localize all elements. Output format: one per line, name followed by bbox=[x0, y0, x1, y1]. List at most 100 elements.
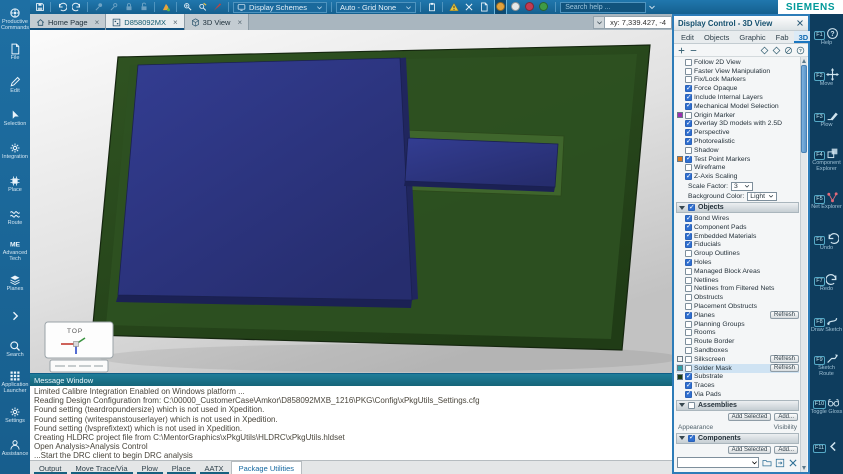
group-outlines-checkbox[interactable] bbox=[685, 250, 692, 258]
sidebar-item-productive-commands[interactable]: Productive Commands bbox=[0, 3, 30, 36]
paintbrush-button[interactable] bbox=[211, 1, 224, 13]
section-components[interactable]: Components bbox=[676, 432, 799, 444]
add-scheme-icon[interactable] bbox=[677, 46, 686, 55]
message-tab-move-trace-via[interactable]: Move Trace/Via bbox=[69, 461, 135, 474]
managed-block-areas-checkbox[interactable] bbox=[685, 267, 692, 275]
display-toggle-orange[interactable] bbox=[494, 0, 508, 14]
sidebar-item-selection[interactable]: Selection bbox=[0, 102, 30, 135]
tab-close-icon[interactable]: × bbox=[237, 18, 242, 27]
component-die-large[interactable] bbox=[117, 57, 413, 301]
scrollbar-thumb[interactable] bbox=[801, 65, 807, 153]
highlight-flag-button[interactable] bbox=[159, 1, 172, 13]
components-checkbox[interactable] bbox=[688, 434, 695, 442]
component-filter-combobox[interactable] bbox=[677, 457, 759, 469]
section-objects[interactable]: Objects bbox=[676, 202, 799, 214]
origin-marker-checkbox[interactable] bbox=[685, 111, 692, 119]
add-selected-button[interactable]: Add Selected bbox=[727, 413, 772, 422]
dc-tab-objects[interactable]: Objects bbox=[699, 31, 734, 43]
sidebar-item-planes[interactable]: Planes bbox=[0, 267, 30, 300]
diamond-icon[interactable] bbox=[760, 46, 769, 55]
dc-tab-edit[interactable]: Edit bbox=[676, 31, 699, 43]
rooms-checkbox[interactable] bbox=[685, 329, 692, 337]
screwdriver-edit-button[interactable] bbox=[196, 1, 209, 13]
tab-home-page[interactable]: Home Page × bbox=[30, 14, 107, 30]
sandboxes-checkbox[interactable] bbox=[685, 347, 692, 354]
background-color-select[interactable]: Light bbox=[747, 191, 778, 201]
tab-close-icon[interactable]: × bbox=[173, 18, 178, 27]
fiducials-checkbox[interactable] bbox=[685, 241, 692, 249]
sidebar-item-assistance[interactable]: Assistance bbox=[0, 432, 30, 465]
substrate-checkbox[interactable] bbox=[685, 373, 692, 381]
tool-undo[interactable]: F6 Undo bbox=[810, 221, 843, 262]
display-toggle-white[interactable] bbox=[510, 0, 521, 14]
tool-toggle-gloss[interactable]: F10 Toggle Gloss bbox=[810, 385, 843, 426]
obstructs-checkbox[interactable] bbox=[685, 294, 692, 302]
tool-redo[interactable]: F7 Redo bbox=[810, 262, 843, 303]
display-toggle-green[interactable] bbox=[538, 0, 549, 14]
scale-factor-select[interactable]: 3 bbox=[731, 181, 754, 191]
sidebar-item-settings[interactable]: Settings bbox=[0, 399, 30, 432]
tab-3d-view[interactable]: 3D View × bbox=[184, 14, 250, 30]
tool-draw-sketch[interactable]: F8 Draw Sketch bbox=[810, 303, 843, 344]
traces-checkbox[interactable] bbox=[685, 382, 692, 390]
tool-component-explorer[interactable]: F4 Component Explorer bbox=[810, 139, 843, 180]
scroll-down-icon[interactable] bbox=[802, 466, 806, 470]
help-search-input[interactable]: Search help ... bbox=[560, 1, 647, 13]
message-log[interactable]: Limited Calibre Integration Enabled on W… bbox=[30, 386, 672, 460]
sidebar-item-advanced-tech[interactable]: Advanced Tech bbox=[0, 234, 30, 267]
follow-2d-view-checkbox[interactable] bbox=[685, 58, 692, 66]
placement-obstructs-checkbox[interactable] bbox=[685, 303, 692, 311]
display-toggle-red[interactable] bbox=[524, 0, 535, 14]
open-folder-icon[interactable] bbox=[762, 458, 772, 468]
refresh-button[interactable]: Refresh bbox=[769, 311, 799, 320]
dc-tab-graphic[interactable]: Graphic bbox=[734, 31, 770, 43]
save-button[interactable] bbox=[33, 1, 46, 13]
section-collapse-icon[interactable] bbox=[679, 436, 685, 441]
solder-mask-checkbox[interactable] bbox=[685, 364, 692, 372]
planes-checkbox[interactable] bbox=[685, 311, 692, 319]
place-part-icon[interactable] bbox=[775, 458, 785, 468]
test-point-markers-checkbox[interactable] bbox=[685, 155, 692, 163]
tool-help[interactable]: F1 Help bbox=[810, 16, 843, 57]
message-tab-plow[interactable]: Plow bbox=[135, 461, 165, 474]
message-tab-aatx[interactable]: AATX bbox=[198, 461, 231, 474]
section-collapse-icon[interactable] bbox=[679, 403, 685, 408]
netlines-checkbox[interactable] bbox=[685, 276, 692, 284]
tool-sketch-route[interactable]: F9 Sketch Route bbox=[810, 344, 843, 385]
assemblies-checkbox[interactable] bbox=[688, 401, 695, 409]
holes-checkbox[interactable] bbox=[685, 259, 692, 267]
message-tab-output[interactable]: Output bbox=[32, 461, 69, 474]
bond-wires-checkbox[interactable] bbox=[685, 215, 692, 223]
tool-move[interactable]: F2 Move bbox=[810, 57, 843, 98]
sidebar-item-place[interactable]: Place bbox=[0, 168, 30, 201]
component-die-small[interactable] bbox=[404, 137, 559, 188]
sidebar-item-integration[interactable]: Integration bbox=[0, 135, 30, 168]
tool-plow[interactable]: F3 Plow bbox=[810, 98, 843, 139]
embedded-materials-checkbox[interactable] bbox=[685, 232, 692, 240]
clipboard-button[interactable] bbox=[425, 1, 438, 13]
display-schemes-select[interactable]: Display Schemes bbox=[233, 1, 327, 13]
message-tab-package-utilities[interactable]: Package Utilities bbox=[230, 461, 303, 474]
tool-f11[interactable]: F11 bbox=[810, 426, 843, 467]
clear-icon[interactable] bbox=[788, 458, 798, 468]
sidebar-item-file[interactable]: File bbox=[0, 36, 30, 69]
force-opaque-checkbox[interactable] bbox=[685, 85, 692, 93]
sidebar-item-edit[interactable]: Edit bbox=[0, 69, 30, 102]
disable-all-icon[interactable] bbox=[784, 46, 793, 55]
scrollbar[interactable] bbox=[800, 57, 807, 472]
pin-button[interactable] bbox=[92, 1, 105, 13]
add-button[interactable]: Add... bbox=[774, 446, 798, 455]
include-internal-layers-checkbox[interactable] bbox=[685, 94, 692, 102]
objects-checkbox[interactable] bbox=[688, 204, 695, 212]
measure-button[interactable] bbox=[462, 1, 475, 13]
diamond-alt-icon[interactable] bbox=[772, 46, 781, 55]
tab-d858092mx[interactable]: D858092MX × bbox=[106, 14, 185, 30]
close-icon[interactable] bbox=[796, 19, 804, 27]
toolbar-overflow-chevron-icon[interactable] bbox=[648, 3, 656, 11]
screwdriver-button[interactable] bbox=[181, 1, 194, 13]
scroll-up-icon[interactable] bbox=[802, 59, 806, 63]
grid-select[interactable]: Auto - Grid None bbox=[335, 1, 417, 13]
planning-groups-checkbox[interactable] bbox=[685, 320, 692, 328]
section-assemblies[interactable]: Assemblies bbox=[676, 399, 799, 411]
sidebar-item-search[interactable]: Search bbox=[0, 333, 30, 366]
